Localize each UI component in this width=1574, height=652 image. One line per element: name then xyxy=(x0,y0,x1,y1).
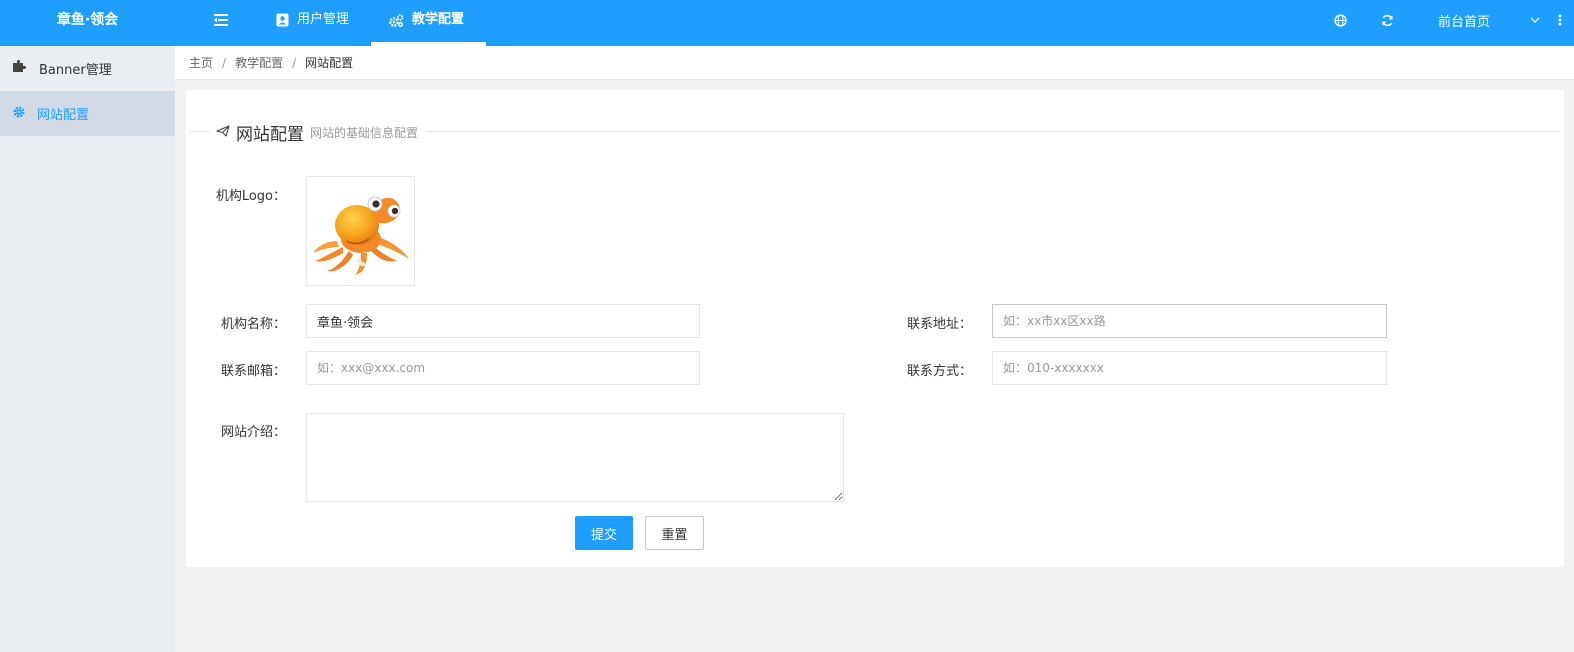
address-input[interactable] xyxy=(992,304,1387,338)
phone-label: 联系方式： xyxy=(906,364,972,379)
nav-user-management[interactable]: 用户管理 xyxy=(276,0,349,46)
sidebar-item-banner-label: Banner管理 xyxy=(39,63,112,78)
breadcrumb-separator: / xyxy=(222,55,227,70)
globe-icon[interactable] xyxy=(1334,0,1347,40)
sidebar-item-site-config-label: 网站配置 xyxy=(37,108,90,123)
sidebar-item-banner[interactable]: Banner管理 xyxy=(0,46,175,91)
phone-input[interactable] xyxy=(992,351,1387,385)
menu-toggle-icon[interactable] xyxy=(205,0,237,40)
logo-label: 机构Logo： xyxy=(215,189,286,204)
breadcrumb-teaching-config[interactable]: 教学配置 xyxy=(235,54,283,71)
more-vertical-icon[interactable] xyxy=(1558,0,1562,40)
top-header: 章鱼·领会 用户管理 教学配置 前台首页 xyxy=(0,0,1574,46)
logo-upload[interactable] xyxy=(306,176,415,286)
nav-teaching-config[interactable]: 教学配置 xyxy=(371,0,486,46)
user-card-icon xyxy=(276,0,289,40)
sidebar: Banner管理 网站配置 xyxy=(0,46,175,652)
gear-icon xyxy=(13,106,25,122)
brand-logo-text: 章鱼·领会 xyxy=(56,12,119,28)
breadcrumb-separator: / xyxy=(292,55,297,70)
chevron-down-icon[interactable] xyxy=(1530,0,1540,40)
submit-button[interactable]: 提交 xyxy=(575,516,633,550)
gears-icon xyxy=(389,0,404,40)
section-legend: 网站配置 网站的基础信息配置 xyxy=(210,120,427,145)
intro-textarea[interactable] xyxy=(306,413,844,502)
breadcrumb-home[interactable]: 主页 xyxy=(189,54,213,71)
site-config-card: 网站配置 网站的基础信息配置 机构Logo： 机构名称： 章鱼·领会 联系地址：… xyxy=(186,90,1564,567)
sidebar-item-site-config[interactable]: 网站配置 xyxy=(0,91,175,136)
section-subtitle: 网站的基础信息配置 xyxy=(310,126,419,140)
breadcrumb: 主页 / 教学配置 / 网站配置 xyxy=(175,46,1574,80)
org-name-input[interactable] xyxy=(306,304,700,338)
intro-label: 网站介绍： xyxy=(220,425,286,440)
breadcrumb-current: 网站配置 xyxy=(305,56,354,70)
octopus-logo-image xyxy=(312,196,409,275)
nav-user-management-label: 用户管理 xyxy=(297,12,350,27)
refresh-icon[interactable] xyxy=(1381,0,1394,40)
email-input[interactable] xyxy=(306,351,700,385)
puzzle-icon xyxy=(13,60,27,77)
section-title: 网站配置 xyxy=(236,125,304,145)
reset-button[interactable]: 重置 xyxy=(645,516,704,550)
address-label: 联系地址： xyxy=(906,317,972,332)
nav-teaching-config-label: 教学配置 xyxy=(412,12,465,27)
org-name-label: 机构名称： xyxy=(220,317,286,332)
email-label: 联系邮箱： xyxy=(220,364,286,379)
frontend-home-link[interactable]: 前台首页 xyxy=(1438,0,1490,40)
paper-plane-icon xyxy=(216,124,230,141)
